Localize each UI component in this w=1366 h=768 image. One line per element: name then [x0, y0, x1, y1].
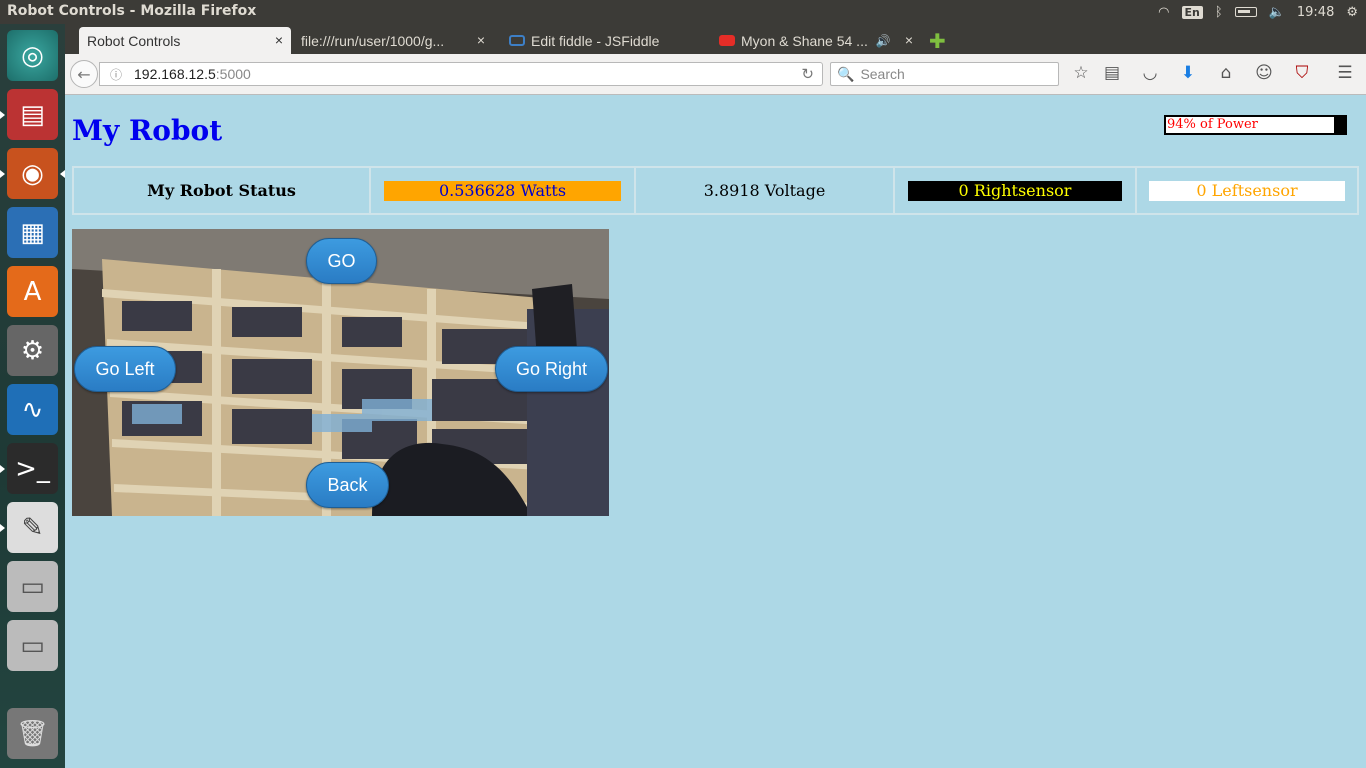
url-port: :5000: [215, 66, 251, 82]
jsfiddle-cloud-icon: [509, 35, 525, 46]
youtube-icon: [719, 35, 735, 46]
keyboard-layout-indicator[interactable]: En: [1181, 5, 1203, 19]
bluetooth-icon[interactable]: ᛒ: [1215, 5, 1223, 20]
drive-icon[interactable]: ▭: [7, 561, 58, 612]
close-tab-icon[interactable]: ×: [477, 32, 485, 48]
status-header: My Robot Status: [73, 167, 370, 214]
menu-icon[interactable]: ☰: [1334, 63, 1356, 83]
go-button[interactable]: GO: [306, 238, 377, 284]
wifi-icon[interactable]: ◠: [1158, 5, 1169, 20]
back-button-control[interactable]: Back: [306, 462, 389, 508]
speaker-icon[interactable]: 🔊: [876, 34, 891, 48]
go-left-button[interactable]: Go Left: [74, 346, 176, 392]
tab-label: Myon & Shane 54 ...: [741, 32, 868, 49]
url-host: 192.168.12.5: [134, 66, 216, 82]
tab-robot-controls[interactable]: Robot Controls ×: [79, 27, 291, 54]
software-center-icon[interactable]: A: [7, 266, 58, 317]
ublock-icon[interactable]: ⛉: [1291, 63, 1313, 83]
tab-label: file:///run/user/1000/g...: [301, 32, 445, 49]
voltage-value: 3.8918 Voltage: [703, 180, 826, 200]
battery-icon[interactable]: [1234, 7, 1257, 17]
bookmark-star-icon[interactable]: ☆: [1070, 63, 1092, 83]
tab-label: Edit fiddle - JSFiddle: [531, 32, 660, 49]
download-icon[interactable]: ⬇: [1177, 63, 1199, 83]
search-icon: 🔍: [837, 65, 855, 82]
top-panel: Robot Controls - Mozilla Firefox ◠ En ᛒ …: [0, 0, 1366, 24]
watts-value: 0.536628 Watts: [384, 180, 621, 201]
system-tray: ◠ En ᛒ 🔈 19:48 ⚙: [1158, 0, 1358, 24]
back-button[interactable]: ←: [70, 60, 98, 88]
home-icon[interactable]: ⌂: [1215, 63, 1237, 83]
go-right-button[interactable]: Go Right: [495, 346, 608, 392]
right-sensor-value: 0 Rightsensor: [908, 180, 1122, 201]
volume-icon[interactable]: 🔈: [1269, 5, 1285, 20]
emoji-addon-icon[interactable]: ☺: [1253, 63, 1275, 83]
close-tab-icon[interactable]: ×: [905, 32, 913, 48]
tab-file[interactable]: file:///run/user/1000/g... ×: [293, 27, 493, 54]
system-monitor-icon[interactable]: ∿: [7, 384, 58, 435]
power-label: 94% of Power: [1167, 117, 1258, 132]
system-settings-icon[interactable]: ⚙: [7, 325, 58, 376]
url-bar[interactable]: ⓘ 192.168.12.5:5000 ↻: [99, 62, 823, 86]
pocket-icon[interactable]: ◡: [1139, 63, 1161, 83]
search-input[interactable]: 🔍 Search: [830, 62, 1059, 86]
page-content: My Robot 94% of Power My Robot Status 0.…: [65, 95, 1366, 768]
navigation-toolbar: ← ⓘ 192.168.12.5:5000 ↻ 🔍 Search ☆ ▤ ◡ ⬇…: [65, 54, 1366, 95]
launcher: ◎ ▤ ◉ ▦ A ⚙ ∿ >_ ✎ ▭ ▭ 🗑: [0, 24, 65, 768]
drive-icon[interactable]: ▭: [7, 620, 58, 671]
window-title: Robot Controls - Mozilla Firefox: [7, 3, 257, 19]
tab-youtube[interactable]: Myon & Shane 54 ... 🔊 ×: [711, 27, 921, 54]
search-placeholder: Search: [860, 66, 905, 82]
status-table: My Robot Status 0.536628 Watts 3.8918 Vo…: [72, 166, 1359, 215]
files-icon[interactable]: ▤: [0, 89, 58, 140]
reload-icon[interactable]: ↻: [801, 65, 814, 83]
tab-bar: Robot Controls × file:///run/user/1000/g…: [65, 24, 1366, 54]
tab-jsfiddle[interactable]: Edit fiddle - JSFiddle: [501, 27, 705, 54]
firefox-icon[interactable]: ◉: [0, 148, 65, 199]
tab-label: Robot Controls: [87, 32, 181, 49]
page-title: My Robot: [72, 114, 223, 147]
terminal-icon[interactable]: >_: [0, 443, 58, 494]
clock[interactable]: 19:48: [1297, 5, 1334, 20]
settings-gear-icon[interactable]: ⚙: [1346, 5, 1358, 20]
left-sensor-value: 0 Leftsensor: [1149, 180, 1345, 201]
close-tab-icon[interactable]: ×: [275, 32, 283, 48]
ubuntu-dash-icon[interactable]: ◎: [7, 30, 58, 81]
info-icon[interactable]: ⓘ: [110, 66, 122, 83]
text-editor-icon[interactable]: ✎: [0, 502, 58, 553]
new-tab-button[interactable]: ✚: [929, 29, 946, 53]
camera-feed: GO Go Left Go Right Back: [72, 229, 609, 516]
reader-list-icon[interactable]: ▤: [1101, 63, 1123, 83]
writer-icon[interactable]: ▦: [7, 207, 58, 258]
power-meter: 94% of Power: [1164, 115, 1347, 135]
trash-icon[interactable]: 🗑: [7, 708, 58, 759]
